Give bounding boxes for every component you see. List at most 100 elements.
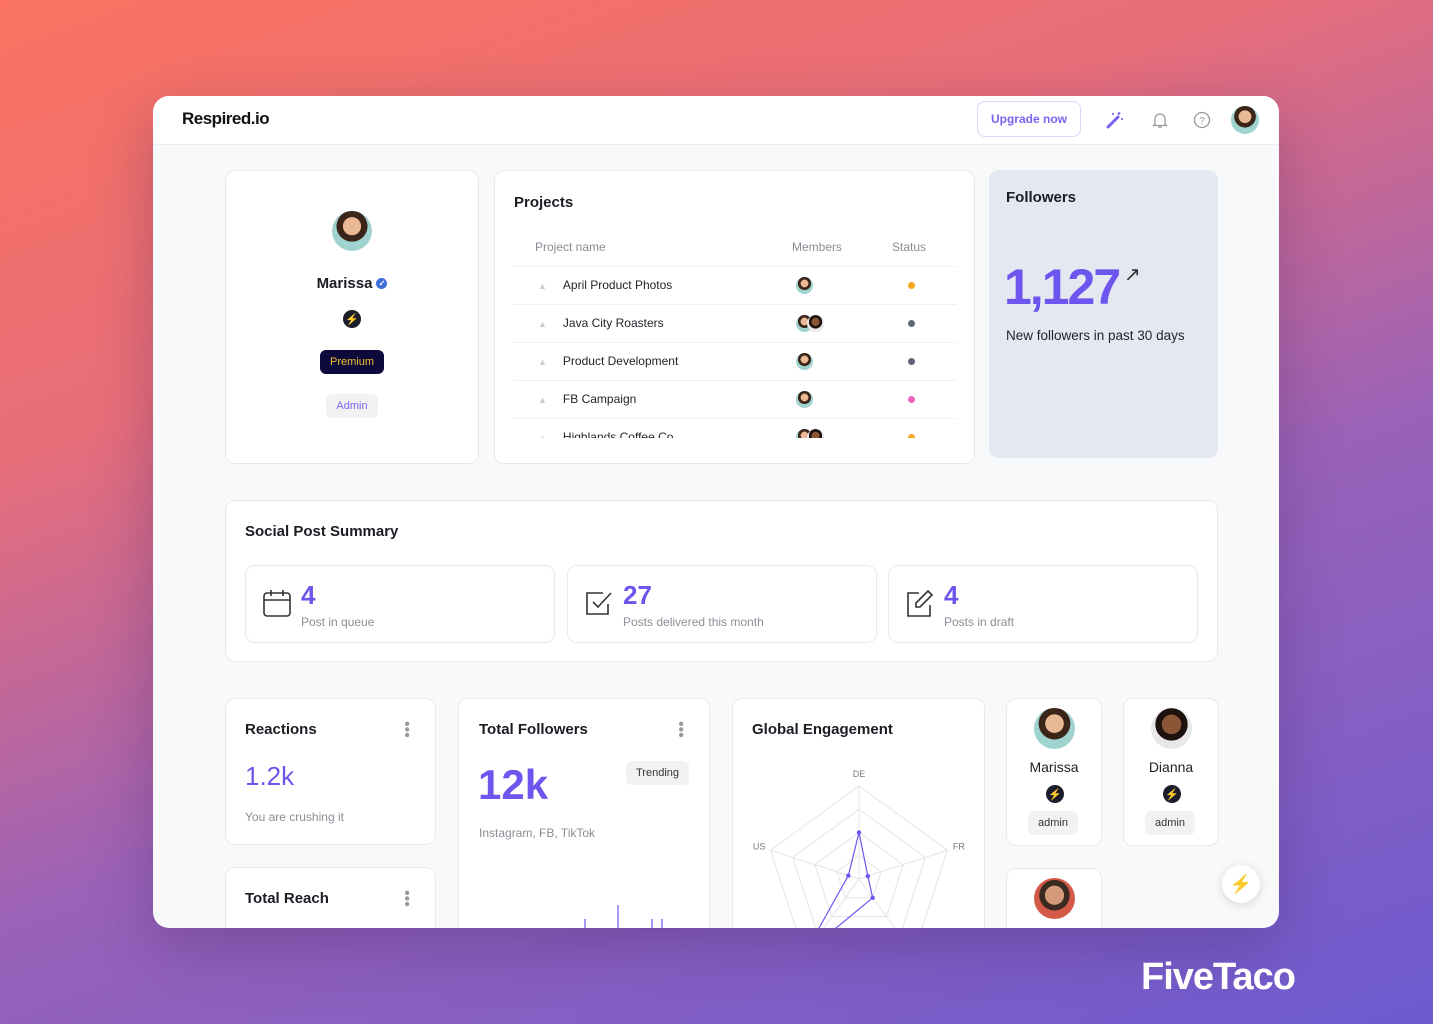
total-reach-card: Total Reach •••: [225, 867, 436, 928]
person-avatar: [1151, 708, 1192, 749]
social-title: Social Post Summary: [245, 523, 399, 540]
col-status: Status: [892, 228, 957, 267]
col-project-name: Project name: [514, 228, 792, 267]
project-icon: ▲: [538, 357, 547, 367]
role-badge: admin: [1145, 811, 1195, 835]
user-avatar[interactable]: [1231, 106, 1259, 134]
reactions-value: 1.2k: [245, 761, 295, 791]
calendar-icon: [263, 590, 291, 617]
svg-text:?: ?: [1199, 116, 1205, 127]
followers-title: Followers: [1006, 189, 1077, 206]
bell-icon[interactable]: [1149, 109, 1171, 131]
total-followers-value: 12k: [478, 761, 549, 808]
radar-chart: DE FR US: [753, 769, 965, 928]
top-bar: Respired.io Upgrade now ?: [153, 96, 1279, 145]
project-row[interactable]: ▲ FB Campaign: [514, 380, 957, 419]
arrow-up-right-icon: ↗: [1124, 264, 1141, 286]
project-row[interactable]: ▲ Product Development: [514, 342, 957, 381]
status-dot: [908, 320, 915, 327]
global-engagement-card: Global Engagement DE FR US: [732, 698, 985, 928]
premium-badge: Premium: [319, 350, 384, 374]
stat-label: Posts delivered this month: [623, 615, 764, 629]
person-avatar: [1034, 878, 1075, 919]
stat-label: Posts in draft: [944, 615, 1015, 629]
radar-axis-label: DE: [853, 769, 866, 779]
member-avatar: [796, 390, 813, 408]
person-name: Marissa: [1029, 759, 1079, 775]
app-window: Respired.io Upgrade now ? Marissa ✓ ⚡ Pre…: [153, 96, 1279, 928]
projects-table: Project name Members Status ▲ April Product…: [514, 228, 957, 438]
reactions-title: Reactions: [245, 721, 317, 738]
radar-axis-label: FR: [953, 842, 965, 852]
stat-value: 4: [301, 580, 316, 610]
followers-card: Followers 1,127 ↗ New followers in past …: [989, 170, 1218, 458]
status-dot: [908, 434, 915, 438]
person-card-3[interactable]: [1006, 868, 1102, 928]
status-dot: [908, 282, 915, 289]
profile-name-row: Marissa ✓: [317, 275, 388, 292]
radar-point: [865, 873, 871, 879]
radar-point: [856, 830, 862, 835]
projects-card: Projects Project name Members Status ▲ Apri…: [494, 170, 975, 464]
stat-posts-draft[interactable]: 4 Posts in draft: [888, 565, 1198, 643]
followers-count: 1,127: [1004, 259, 1121, 315]
member-avatar: [796, 276, 813, 294]
project-name: April Product Photos: [562, 278, 673, 292]
radar-point: [846, 873, 851, 878]
admin-badge: Admin: [326, 394, 378, 418]
status-dot: [908, 358, 915, 365]
total-followers-title: Total Followers: [479, 721, 588, 738]
project-row[interactable]: ▲ Java City Roasters: [514, 304, 957, 343]
radar-axis: [822, 878, 860, 928]
profile-name: Marissa: [316, 275, 373, 292]
projects-title: Projects: [514, 194, 574, 211]
profile-card: Marissa ✓ ⚡ Premium Admin: [225, 170, 479, 464]
profile-avatar: [332, 211, 372, 251]
project-name: Product Development: [562, 354, 679, 368]
person-card-marissa[interactable]: Marissa ⚡ admin: [1006, 698, 1102, 846]
stat-label: Post in queue: [301, 615, 375, 629]
project-row[interactable]: ▲ Highlands Coffee Co: [514, 418, 957, 438]
followers-sparkline: [584, 905, 663, 928]
role-badge: admin: [1028, 811, 1078, 835]
radar-axis: [770, 849, 860, 880]
reactions-caption: You are crushing it: [245, 810, 344, 824]
project-name: Java City Roasters: [562, 316, 664, 330]
more-options-icon[interactable]: •••: [398, 890, 415, 907]
checkbox-icon: [586, 592, 612, 615]
verified-icon: ✓: [376, 278, 388, 289]
total-followers-card: Total Followers ••• 12k Trending Instagr…: [458, 698, 710, 928]
edit-icon: [907, 589, 934, 617]
project-icon: ▲: [538, 433, 547, 438]
person-card-dianna[interactable]: Dianna ⚡ admin: [1123, 698, 1219, 846]
followers-caption: New followers in past 30 days: [1006, 328, 1185, 343]
social-post-summary: Social Post Summary 4 Post in queue 27 P…: [225, 500, 1218, 662]
col-members: Members: [792, 228, 892, 267]
total-followers-caption: Instagram, FB, TikTok: [479, 826, 596, 840]
stat-value: 27: [623, 580, 652, 610]
more-options-icon[interactable]: •••: [672, 721, 689, 738]
bolt-fab-button[interactable]: ⚡: [1222, 865, 1260, 903]
reactions-card: Reactions ••• 1.2k You are crushing it: [225, 698, 436, 845]
stat-posts-delivered[interactable]: 27 Posts delivered this month: [567, 565, 877, 643]
project-icon: ▲: [538, 395, 547, 405]
project-icon: ▲: [538, 319, 547, 329]
member-avatar: [807, 428, 824, 438]
radar-axis: [858, 878, 896, 928]
radar-axis-label: US: [753, 842, 766, 852]
stat-post-queue[interactable]: 4 Post in queue: [245, 565, 555, 643]
person-name: Dianna: [1148, 759, 1194, 775]
logo[interactable]: Respired.io: [182, 109, 270, 129]
trending-badge: Trending: [626, 761, 690, 785]
brand-watermark: FiveTaco: [1141, 956, 1296, 998]
upgrade-button[interactable]: Upgrade now: [977, 101, 1081, 137]
project-icon: ▲: [538, 281, 547, 291]
more-options-icon[interactable]: •••: [398, 721, 415, 738]
member-avatar: [807, 314, 824, 332]
help-icon[interactable]: ?: [1191, 109, 1213, 131]
radar-point: [870, 895, 875, 901]
magic-wand-icon[interactable]: [1104, 109, 1126, 131]
person-avatar: [1034, 708, 1075, 749]
project-row[interactable]: ▲ April Product Photos: [514, 266, 957, 305]
radar-axis: [858, 849, 948, 880]
